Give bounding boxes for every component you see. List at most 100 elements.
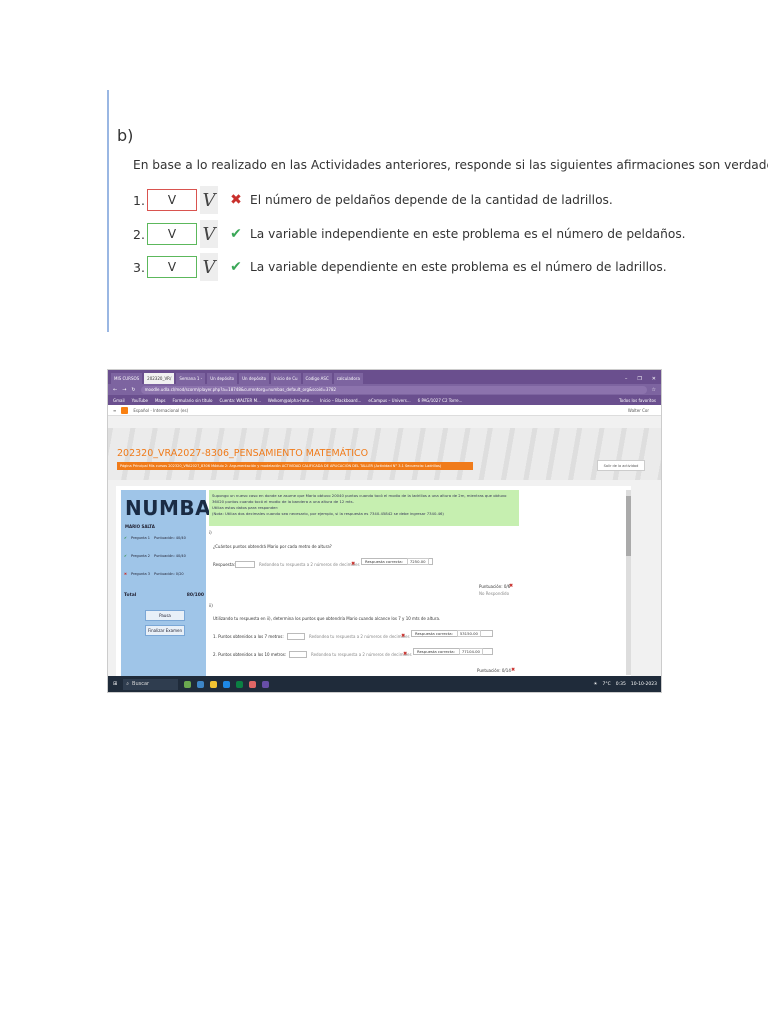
bookmark[interactable]: Formulario sin título (172, 398, 212, 403)
browser-tab-strip: MIS CURSOS 202320_VR/ Semana 1 - Un depó… (108, 370, 661, 384)
statement-note: (Nota: Utiliza dos decimales cuando sea … (212, 511, 444, 516)
windows-start-icon[interactable]: ⊞ (113, 681, 117, 687)
numbas-player: NUMBAS MARIO SALTA ✔ Pregunta 1 Puntuaci… (116, 486, 631, 676)
question-score: Puntuación: 0/20 (154, 572, 184, 576)
star-icon[interactable]: ☆ (652, 387, 656, 393)
cross-icon: ✖ (401, 633, 406, 639)
restore-icon[interactable]: ❐ (637, 376, 641, 382)
breadcrumb[interactable]: Página Principal Mis cursos 202320_VRA20… (117, 462, 473, 470)
question-nav-2[interactable]: ✔ Pregunta 2 Puntuación: 40/40 (124, 554, 204, 558)
browser-screenshot: MIS CURSOS 202320_VR/ Semana 1 - Un depó… (107, 369, 662, 693)
bookmark[interactable]: Maps (155, 398, 166, 403)
page: b) En base a lo realizado en las Activid… (0, 0, 768, 1024)
check-icon: ✔ (230, 226, 242, 242)
taskbar-app-icon[interactable] (210, 680, 218, 688)
part-b-label: b) (117, 126, 134, 145)
browser-tab[interactable]: Codigo ASC (302, 373, 332, 384)
correct-label: Respuesta correcta: (365, 559, 403, 564)
browser-tab[interactable]: Inicio de Cu (271, 373, 301, 384)
bookmark[interactable]: Welkom@alpha-hote... (268, 398, 313, 403)
taskbar-app-icon[interactable] (184, 680, 192, 688)
all-bookmarks[interactable]: Todos los favoritos (619, 398, 661, 403)
question-nav-3[interactable]: ✖ Pregunta 3 Puntuación: 0/20 (124, 572, 204, 576)
minimize-icon[interactable]: – (625, 376, 628, 382)
close-icon[interactable]: ✕ (652, 376, 656, 382)
moodle-navbar: ≡ Español - Internacional (es) Walter Co… (108, 405, 661, 416)
correct-value: 53150.00 (456, 630, 481, 637)
bookmark[interactable]: YouTube (132, 398, 148, 403)
bookmark[interactable]: eCampus – Univers... (368, 398, 410, 403)
exit-activity-button[interactable]: Salir de la actividad (597, 460, 645, 471)
taskbar-app-icon[interactable] (262, 680, 270, 688)
pause-button[interactable]: Pausa (145, 610, 185, 621)
search-icon: ⌕ (126, 681, 130, 687)
answer-input-2[interactable]: V (147, 223, 197, 245)
scrollbar-thumb[interactable] (626, 496, 631, 556)
finish-exam-button[interactable]: Finalizar Examen (145, 625, 185, 636)
question-name: Pregunta 3 (130, 572, 151, 576)
menu-icon[interactable]: ≡ (113, 408, 116, 413)
bookmark[interactable]: Gmail (113, 398, 125, 403)
scrollbar[interactable] (626, 490, 631, 675)
browser-tab[interactable]: Semana 1 - (176, 373, 206, 384)
cross-icon: ✖ (351, 561, 356, 567)
part-b-screenshot: b) En base a lo realizado en las Activid… (107, 90, 768, 332)
bookmark[interactable]: Cuenta: WALTER M... (219, 398, 260, 403)
bookmark[interactable]: Inicio – Blackboard... (320, 398, 361, 403)
part-i-correct-answer: Respuesta correcta: 7250.00 (361, 558, 433, 565)
part-ii-score: Puntuación: 0/14 (477, 668, 511, 673)
row-number: 3. (133, 259, 145, 275)
windows-taskbar: ⊞ ⌕ Buscar ☀ 7°C 0:35 10-10-2023 (108, 676, 661, 692)
taskbar-app-icon[interactable] (236, 680, 244, 688)
taskbar-search[interactable]: ⌕ Buscar (123, 678, 179, 690)
total-value: 80/100 (186, 593, 204, 598)
moodle-logo[interactable] (121, 406, 129, 414)
total-label: Total (124, 593, 137, 598)
question-score: Puntuación: 40/40 (154, 536, 186, 540)
check-icon: ✔ (124, 536, 127, 540)
question-name: Pregunta 1 (130, 536, 151, 540)
url-field[interactable]: moodle.udla.cl/mod/scorm/player.php?a=18… (140, 385, 647, 394)
part-i-question: ¿Cuántos puntos obtendrá Mario por cada … (213, 544, 332, 549)
statement-text: Supongo un nuevo caso en donde se asume … (212, 493, 507, 504)
part-ii-row-1-label: 1. Puntos obtenidos a los 7 metros: (213, 634, 284, 639)
part-ii-row-1-input[interactable] (287, 633, 305, 640)
forward-icon[interactable]: → (122, 387, 126, 393)
weather-icon[interactable]: ☀ (593, 682, 597, 687)
clock-time[interactable]: 0:35 (616, 682, 626, 687)
question-nav-1[interactable]: ✔ Pregunta 1 Puntuación: 40/40 (124, 536, 204, 540)
back-icon[interactable]: ← (113, 387, 117, 393)
check-icon: ✔ (230, 259, 242, 275)
part-i-answer-input[interactable] (235, 561, 255, 568)
browser-tab[interactable]: Un depósito (239, 373, 270, 384)
taskbar-app-icon[interactable] (197, 680, 205, 688)
question-content: Supongo un nuevo caso en donde se asume … (209, 490, 627, 676)
cross-icon: ✖ (509, 583, 514, 589)
correct-label: Respuesta correcta: (417, 649, 455, 654)
part-ii-row-2-input[interactable] (289, 651, 307, 658)
weather-temp[interactable]: 7°C (602, 682, 610, 687)
bookmark[interactable]: 6 PAG/1027 C2 Torre... (418, 398, 463, 403)
browser-tab[interactable]: Un depósito (207, 373, 238, 384)
language-selector[interactable]: Español - Internacional (es) (133, 408, 188, 413)
part-i-answer-label: Respuesta: (213, 562, 236, 567)
statement-text-3: La variable dependiente en este problema… (250, 260, 667, 274)
browser-tab-active[interactable]: 202320_VR/ (144, 373, 175, 384)
taskbar-app-icon[interactable] (223, 680, 231, 688)
bookmarks-bar: Gmail YouTube Maps Formulario sin título… (108, 395, 661, 405)
course-header: 202320_VRA2027-8306_PENSAMIENTO MATEMÁTI… (108, 428, 661, 480)
browser-tab[interactable]: calculadora (333, 373, 363, 384)
answer-input-1[interactable]: V (147, 189, 197, 211)
check-icon: ✔ (124, 554, 127, 558)
part-ii-row-2-correct: Respuesta correcta: 77104.00 (413, 648, 493, 655)
correct-answer-1: V (200, 186, 218, 214)
part-i-state: No Respondido (479, 591, 510, 596)
total-row: Total 80/100 (124, 593, 204, 598)
user-menu[interactable]: Walter Cor (628, 408, 661, 413)
clock-date[interactable]: 10-10-2023 (631, 682, 657, 687)
search-placeholder: Buscar (132, 681, 150, 687)
answer-input-3[interactable]: V (147, 256, 197, 278)
browser-tab[interactable]: MIS CURSOS (111, 373, 143, 384)
taskbar-app-icon[interactable] (249, 680, 257, 688)
reload-icon[interactable]: ↻ (131, 387, 135, 393)
